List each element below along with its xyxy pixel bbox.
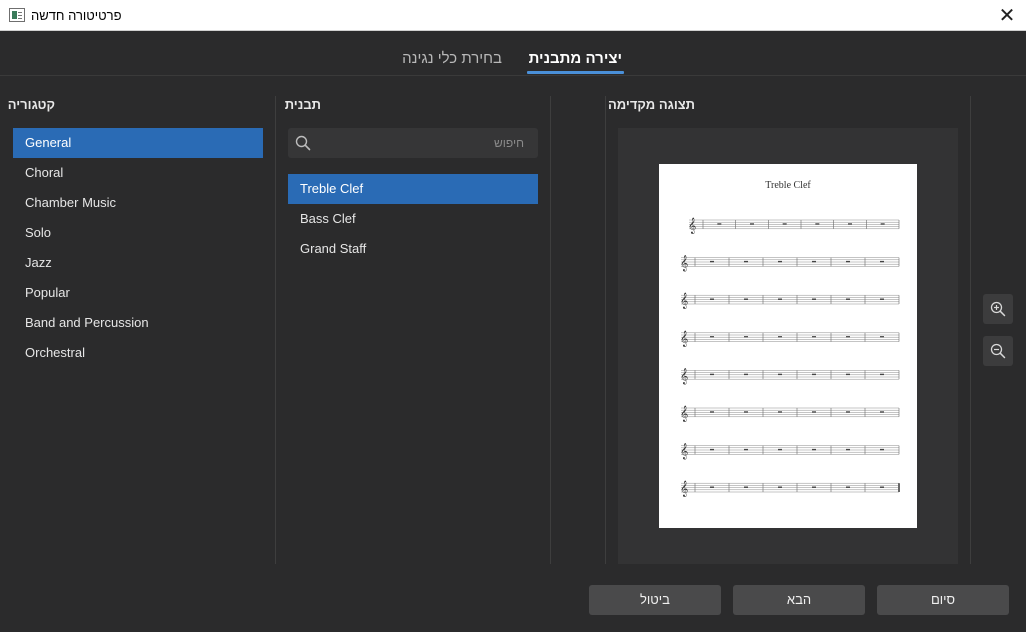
whole-rest	[812, 411, 816, 413]
preview-area: Treble Clef 𝄞 𝄞 𝄞 𝄞 𝄞 𝄞 𝄞 𝄞	[618, 128, 958, 564]
template-heading: תבנית	[284, 97, 321, 112]
treble-clef-glyph: 𝄞	[680, 406, 688, 422]
treble-clef-glyph: 𝄞	[680, 293, 688, 309]
whole-rest	[880, 373, 884, 376]
whole-rest	[846, 373, 850, 376]
column-divider	[550, 96, 551, 564]
app-icon	[9, 8, 25, 22]
whole-rest	[812, 260, 816, 263]
whole-rest	[710, 411, 714, 413]
column-divider	[970, 96, 971, 564]
content-panel: קטגוריה General Choral Chamber Music Sol…	[0, 76, 1026, 572]
whole-rest	[778, 448, 782, 451]
category-item-orchestral[interactable]: Orchestral	[13, 338, 263, 368]
next-button[interactable]: הבא	[733, 585, 865, 615]
whole-rest	[880, 411, 884, 413]
whole-rest	[846, 411, 850, 413]
whole-rest	[880, 260, 884, 263]
score-staves: 𝄞 𝄞 𝄞 𝄞 𝄞 𝄞 𝄞 𝄞	[680, 218, 900, 497]
whole-rest	[846, 260, 850, 263]
whole-rest	[846, 336, 850, 338]
column-divider	[275, 96, 276, 564]
treble-clef-glyph: 𝄞	[680, 444, 688, 460]
whole-rest	[744, 486, 748, 488]
whole-rest	[744, 373, 748, 376]
whole-rest	[710, 260, 714, 263]
template-item-treble-clef[interactable]: Treble Clef	[288, 174, 538, 204]
treble-clef-glyph: 𝄞	[680, 481, 688, 497]
treble-clef-glyph: 𝄞	[680, 331, 688, 347]
category-item-general[interactable]: General	[13, 128, 263, 158]
treble-clef-glyph: 𝄞	[680, 368, 688, 384]
score-page: Treble Clef 𝄞 𝄞 𝄞 𝄞 𝄞 𝄞 𝄞 𝄞	[659, 164, 917, 528]
whole-rest	[744, 336, 748, 338]
treble-clef-glyph: 𝄞	[680, 256, 688, 272]
zoom-in-button[interactable]	[983, 294, 1013, 324]
treble-clef-glyph: 𝄞	[688, 218, 696, 234]
whole-rest	[778, 336, 782, 338]
whole-rest	[778, 298, 782, 300]
whole-rest	[744, 260, 748, 263]
zoom-out-button[interactable]	[983, 336, 1013, 366]
whole-rest	[710, 448, 714, 451]
preview-heading: תצוגה מקדימה	[607, 97, 695, 112]
search-icon	[295, 135, 311, 151]
whole-rest	[846, 298, 850, 300]
category-item-jazz[interactable]: Jazz	[13, 248, 263, 278]
whole-rest	[880, 448, 884, 451]
whole-rest	[778, 411, 782, 413]
template-item-grand-staff[interactable]: Grand Staff	[288, 234, 538, 264]
whole-rest	[778, 260, 782, 263]
whole-rest	[744, 411, 748, 413]
whole-rest	[880, 223, 885, 225]
window-title: פרטיטורה חדשה	[31, 8, 122, 23]
whole-rest	[778, 486, 782, 488]
whole-rest	[710, 373, 714, 376]
whole-rest	[812, 486, 816, 488]
whole-rest	[846, 486, 850, 488]
whole-rest	[710, 298, 714, 300]
category-heading: קטגוריה	[7, 97, 55, 112]
tab-create-from-template[interactable]: יצירה מתבנית	[526, 50, 625, 74]
whole-rest	[717, 223, 722, 225]
whole-rest	[880, 486, 884, 488]
whole-rest	[782, 223, 787, 225]
whole-rest	[710, 486, 714, 488]
cancel-button[interactable]: ביטול	[589, 585, 721, 615]
search-placeholder: חיפוש	[494, 136, 524, 150]
whole-rest	[812, 336, 816, 338]
whole-rest	[815, 223, 820, 225]
whole-rest	[750, 223, 754, 225]
search-input[interactable]: חיפוש	[288, 128, 538, 158]
whole-rest	[848, 223, 852, 225]
whole-rest	[778, 373, 782, 376]
whole-rest	[710, 336, 714, 338]
category-item-band-and-percussion[interactable]: Band and Percussion	[13, 308, 263, 338]
whole-rest	[812, 298, 816, 300]
template-item-bass-clef[interactable]: Bass Clef	[288, 204, 538, 234]
close-icon[interactable]: ✕	[994, 2, 1020, 28]
whole-rest	[846, 448, 850, 451]
whole-rest	[812, 373, 816, 376]
whole-rest	[744, 298, 748, 300]
whole-rest	[744, 448, 748, 451]
finish-button[interactable]: סיום	[877, 585, 1009, 615]
category-item-popular[interactable]: Popular	[13, 278, 263, 308]
zoom-out-icon	[990, 343, 1006, 359]
zoom-in-icon	[990, 301, 1006, 317]
category-item-chamber-music[interactable]: Chamber Music	[13, 188, 263, 218]
new-score-dialog: פרטיטורה חדשה ✕ יצירה מתבנית בחירת כלי נ…	[0, 0, 1026, 632]
category-item-solo[interactable]: Solo	[13, 218, 263, 248]
whole-rest	[880, 298, 884, 300]
column-divider	[605, 96, 606, 564]
whole-rest	[812, 448, 816, 451]
tab-choose-instruments[interactable]: בחירת כלי נגינה	[402, 50, 502, 67]
title-bar: פרטיטורה חדשה ✕	[0, 0, 1026, 31]
whole-rest	[880, 336, 884, 338]
category-item-choral[interactable]: Choral	[13, 158, 263, 188]
